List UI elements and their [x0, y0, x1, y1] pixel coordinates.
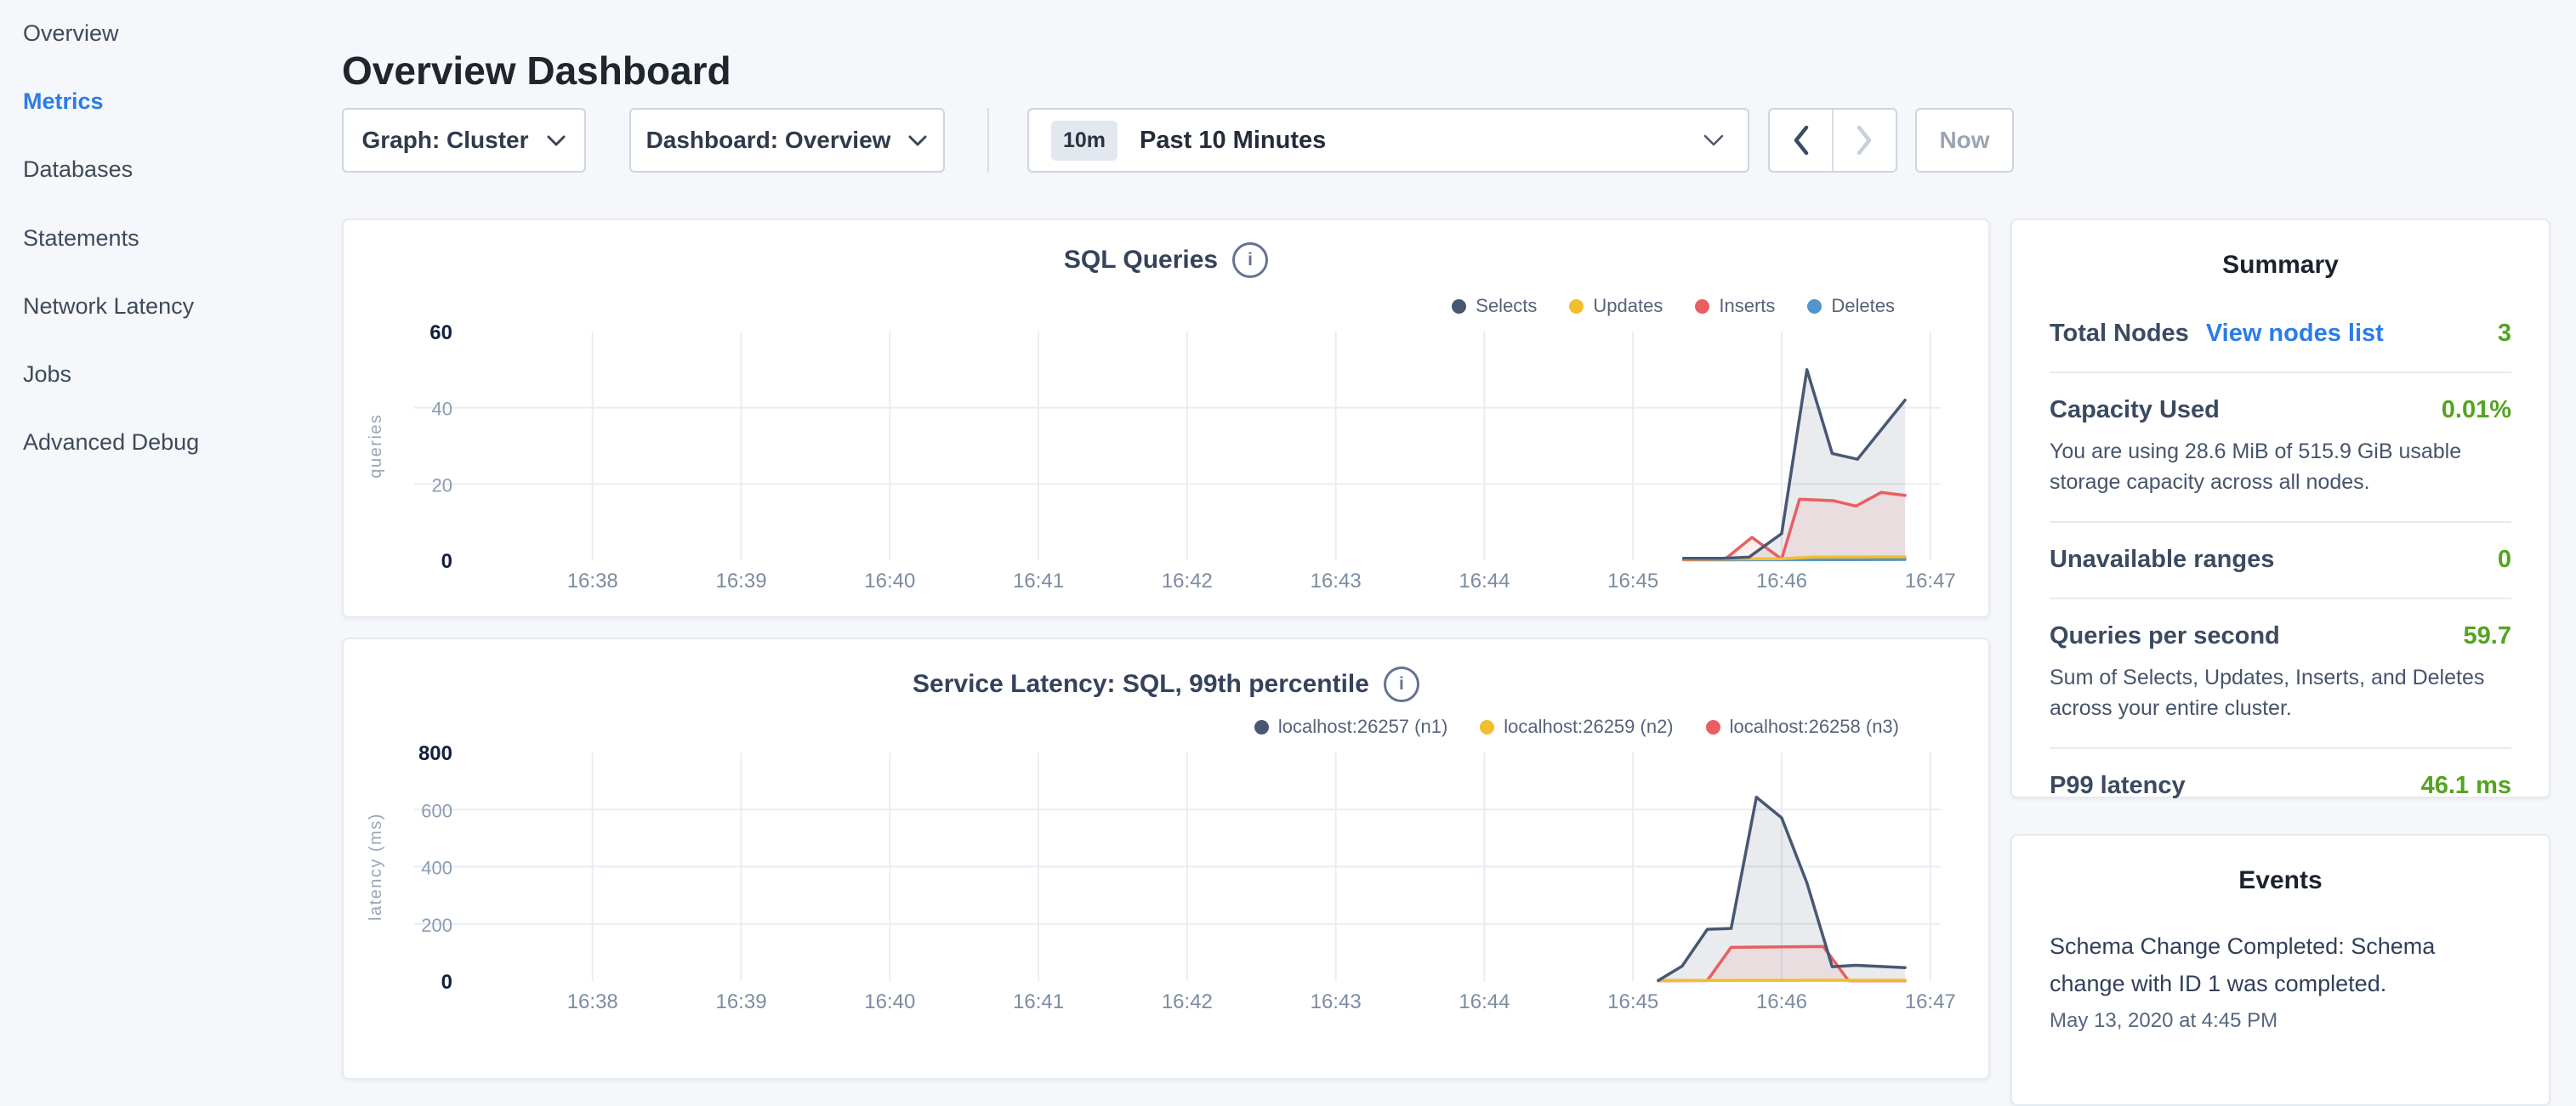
- summary-label: Queries per second: [2050, 622, 2280, 650]
- svg-text:16:40: 16:40: [864, 990, 915, 1013]
- event-item[interactable]: Schema Change Completed: Schema change w…: [2050, 927, 2511, 1033]
- summary-panel: Summary Total Nodes View nodes list 3 Capac…: [2010, 218, 2550, 798]
- svg-text:16:46: 16:46: [1756, 990, 1807, 1013]
- summary-subtext: Sum of Selects, Updates, Inserts, and De…: [2050, 662, 2511, 723]
- event-timestamp: May 13, 2020 at 4:45 PM: [2050, 1009, 2511, 1033]
- summary-label: Total Nodes: [2050, 320, 2189, 348]
- sidebar: Overview Metrics Databases Statements Networ…: [0, 0, 342, 1051]
- time-range-badge: 10m: [1051, 121, 1117, 161]
- summary-row-total-nodes: Total Nodes View nodes list 3: [2050, 297, 2511, 372]
- chevron-down-icon: [1702, 133, 1726, 148]
- time-range-selector[interactable]: 10m Past 10 Minutes: [1027, 108, 1749, 173]
- summary-row-p99-latency: P99 latency 46.1 ms: [2050, 747, 2511, 824]
- summary-row-unavailable-ranges: Unavailable ranges 0: [2050, 521, 2511, 598]
- svg-text:16:39: 16:39: [715, 990, 766, 1013]
- sidebar-item-metrics[interactable]: Metrics: [23, 82, 104, 120]
- sidebar-item-network-latency[interactable]: Network Latency: [23, 287, 194, 325]
- time-range-label: Past 10 Minutes: [1140, 127, 1702, 155]
- summary-title: Summary: [2050, 220, 2511, 280]
- summary-label: Unavailable ranges: [2050, 546, 2274, 574]
- svg-text:40: 40: [432, 399, 452, 420]
- svg-text:16:41: 16:41: [1013, 570, 1064, 593]
- now-button-label: Now: [1939, 127, 1989, 154]
- sql-queries-chart[interactable]: 16:38 16:39 16:40 16:41 16:42 16:43 16:44 16:45…: [344, 220, 1992, 620]
- service-latency-chart-card: Service Latency: SQL, 99th percentile i …: [342, 638, 1990, 1080]
- summary-label: P99 latency: [2050, 772, 2186, 800]
- summary-label: Capacity Used: [2050, 396, 2220, 424]
- svg-text:60: 60: [429, 321, 452, 344]
- summary-row-capacity-used: Capacity Used 0.01% You are using 28.6 MiB…: [2050, 372, 2511, 521]
- events-title: Events: [2050, 836, 2511, 895]
- svg-text:16:45: 16:45: [1607, 990, 1658, 1013]
- chevron-down-icon: [907, 134, 928, 147]
- svg-text:600: 600: [421, 800, 452, 821]
- svg-text:16:44: 16:44: [1459, 990, 1510, 1013]
- event-text: Schema Change Completed: Schema change w…: [2050, 927, 2511, 1002]
- graph-scope-dropdown[interactable]: Graph: Cluster: [342, 108, 586, 173]
- time-next-button[interactable]: [1834, 110, 1896, 171]
- summary-subtext: You are using 28.6 MiB of 515.9 GiB usab…: [2050, 436, 2511, 497]
- svg-text:16:39: 16:39: [715, 570, 766, 593]
- svg-text:400: 400: [421, 858, 452, 879]
- time-prev-button[interactable]: [1770, 110, 1832, 171]
- sidebar-item-jobs[interactable]: Jobs: [23, 355, 71, 393]
- sql-queries-chart-card: SQL Queries i SelectsUpdatesInsertsDelet…: [342, 218, 1990, 618]
- chevron-right-icon: [1855, 125, 1874, 156]
- svg-text:200: 200: [421, 915, 452, 936]
- svg-text:16:47: 16:47: [1905, 570, 1956, 593]
- summary-value: 3: [2498, 320, 2511, 348]
- graph-scope-dropdown-label: Graph: Cluster: [361, 127, 528, 154]
- svg-text:16:38: 16:38: [567, 990, 618, 1013]
- svg-text:16:44: 16:44: [1459, 570, 1510, 593]
- svg-text:16:42: 16:42: [1162, 570, 1213, 593]
- service-latency-chart[interactable]: 16:38 16:39 16:40 16:41 16:42 16:43 16:44 16:45…: [344, 639, 1992, 1081]
- controls-divider: [987, 108, 989, 173]
- svg-text:0: 0: [441, 971, 452, 994]
- view-nodes-list-link[interactable]: View nodes list: [2206, 320, 2384, 348]
- svg-text:0: 0: [441, 550, 452, 573]
- summary-value: 59.7: [2464, 622, 2511, 650]
- svg-text:800: 800: [418, 742, 452, 765]
- summary-row-queries-per-second: Queries per second 59.7 Sum of Selects, Up…: [2050, 598, 2511, 747]
- svg-text:16:43: 16:43: [1311, 570, 1362, 593]
- dashboard-dropdown-label: Dashboard: Overview: [646, 127, 891, 154]
- svg-text:latency (ms): latency (ms): [367, 813, 385, 921]
- page-title: Overview Dashboard: [342, 45, 731, 96]
- svg-text:16:42: 16:42: [1162, 990, 1213, 1013]
- dashboard-dropdown[interactable]: Dashboard: Overview: [629, 108, 945, 173]
- svg-text:16:40: 16:40: [864, 570, 915, 593]
- svg-text:16:46: 16:46: [1756, 570, 1807, 593]
- svg-text:queries: queries: [367, 413, 385, 478]
- svg-text:16:41: 16:41: [1013, 990, 1064, 1013]
- sidebar-item-statements[interactable]: Statements: [23, 219, 139, 257]
- chevron-down-icon: [546, 134, 566, 147]
- chevron-left-icon: [1792, 125, 1811, 156]
- time-nav-group: [1768, 108, 1897, 173]
- now-button[interactable]: Now: [1915, 108, 2014, 173]
- sidebar-item-overview[interactable]: Overview: [23, 14, 119, 52]
- summary-value: 0.01%: [2442, 396, 2511, 424]
- svg-text:20: 20: [432, 474, 452, 496]
- summary-value: 0: [2498, 546, 2511, 574]
- svg-text:16:47: 16:47: [1905, 990, 1956, 1013]
- sidebar-item-advanced-debug[interactable]: Advanced Debug: [23, 423, 199, 461]
- sidebar-item-databases[interactable]: Databases: [23, 150, 133, 188]
- svg-text:16:38: 16:38: [567, 570, 618, 593]
- svg-text:16:45: 16:45: [1607, 570, 1658, 593]
- events-panel: Events Schema Change Completed: Schema c…: [2010, 834, 2550, 1106]
- summary-value: 46.1 ms: [2421, 772, 2511, 800]
- svg-text:16:43: 16:43: [1311, 990, 1362, 1013]
